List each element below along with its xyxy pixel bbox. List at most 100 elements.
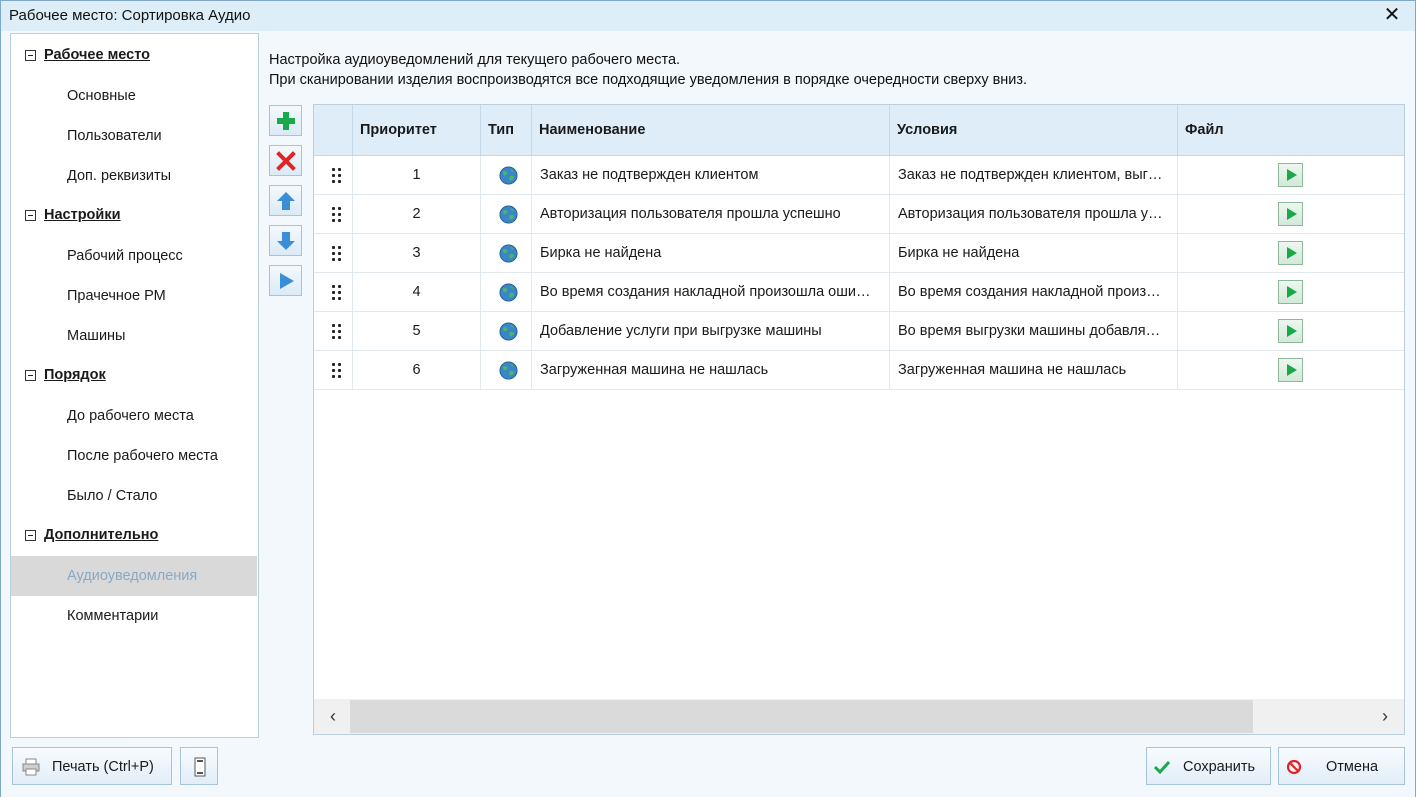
sidebar-group-workplace[interactable]: Рабочее место xyxy=(11,36,258,76)
play-sound-button[interactable] xyxy=(1278,202,1303,226)
file-cell xyxy=(1178,273,1404,312)
condition-cell: Бирка не найдена xyxy=(890,234,1178,273)
drag-cell xyxy=(314,156,353,195)
save-button-label: Сохранить xyxy=(1183,759,1256,775)
document-icon xyxy=(194,757,206,777)
drag-handle-icon[interactable] xyxy=(332,363,342,379)
cancel-button[interactable]: Отмена xyxy=(1278,747,1405,785)
move-up-button[interactable] xyxy=(269,185,302,216)
drag-handle-icon[interactable] xyxy=(332,246,342,262)
sidebar-item-workflow[interactable]: Рабочий процесс xyxy=(11,236,257,276)
priority-cell: 3 xyxy=(353,234,481,273)
add-button[interactable] xyxy=(269,105,302,136)
type-cell xyxy=(481,156,532,195)
delete-icon xyxy=(276,151,296,171)
table-row[interactable]: 2 Авторизация пользователя прошла успешно… xyxy=(314,195,1404,234)
collapse-toggle-icon[interactable] xyxy=(25,370,36,381)
sidebar-item-laundry-workplace[interactable]: Прачечное РМ xyxy=(11,276,257,316)
header-type[interactable]: Тип xyxy=(481,105,532,156)
file-cell xyxy=(1178,195,1404,234)
plus-icon xyxy=(277,112,295,130)
priority-cell: 1 xyxy=(353,156,481,195)
scroll-right-icon[interactable]: › xyxy=(1370,699,1400,734)
close-button[interactable]: ✕ xyxy=(1379,3,1405,27)
drag-handle-icon[interactable] xyxy=(332,324,342,340)
print-preview-button[interactable] xyxy=(180,747,218,785)
table-row[interactable]: 4 Во время создания накладной произошла о… xyxy=(314,273,1404,312)
sidebar-item-audio-notifications[interactable]: Аудиоуведомления xyxy=(11,556,257,596)
type-cell xyxy=(481,273,532,312)
file-cell xyxy=(1178,351,1404,390)
play-sound-button[interactable] xyxy=(1278,319,1303,343)
condition-cell: Загруженная машина не нашлась xyxy=(890,351,1178,390)
table-row[interactable]: 5 Добавление услуги при выгрузке машины Во… xyxy=(314,312,1404,351)
type-cell xyxy=(481,195,532,234)
sidebar-group-title: Настройки xyxy=(44,207,121,223)
drag-handle-icon[interactable] xyxy=(332,207,342,223)
type-cell xyxy=(481,351,532,390)
sidebar-item-users[interactable]: Пользователи xyxy=(11,116,257,156)
description-line-1: Настройка аудиоуведомлений для текущего … xyxy=(269,52,681,68)
sidebar-item-comments[interactable]: Комментарии xyxy=(11,596,257,636)
window-title: Рабочее место: Сортировка Аудио xyxy=(9,7,251,24)
cancel-icon xyxy=(1286,759,1302,775)
delete-button[interactable] xyxy=(269,145,302,176)
header-priority[interactable]: Приоритет xyxy=(353,105,481,156)
collapse-toggle-icon[interactable] xyxy=(25,530,36,541)
collapse-toggle-icon[interactable] xyxy=(25,50,36,61)
header-name[interactable]: Наименование xyxy=(532,105,890,156)
sidebar-item-machines[interactable]: Машины xyxy=(11,316,257,356)
move-down-button[interactable] xyxy=(269,225,302,256)
print-button-label: Печать (Ctrl+P) xyxy=(52,759,154,775)
sidebar-group-title: Дополнительно xyxy=(44,527,159,543)
globe-icon xyxy=(499,205,518,224)
scroll-left-icon[interactable]: ‹ xyxy=(318,699,348,734)
sidebar-group-title: Порядок xyxy=(44,367,106,383)
sidebar-group-settings[interactable]: Настройки xyxy=(11,196,258,236)
header-condition[interactable]: Условия xyxy=(890,105,1178,156)
globe-icon xyxy=(499,322,518,341)
priority-cell: 6 xyxy=(353,351,481,390)
scrollbar-thumb[interactable] xyxy=(350,700,1253,733)
drag-cell xyxy=(314,234,353,273)
play-sound-button[interactable] xyxy=(1278,280,1303,304)
sidebar-item-after-workplace[interactable]: После рабочего места xyxy=(11,436,257,476)
cancel-button-label: Отмена xyxy=(1326,759,1379,775)
printer-icon xyxy=(22,758,40,776)
condition-cell: Во время выгрузки машины добавля… xyxy=(890,312,1178,351)
header-file[interactable]: Файл xyxy=(1178,105,1404,156)
horizontal-scrollbar[interactable]: ‹ › xyxy=(314,699,1404,734)
drag-handle-icon[interactable] xyxy=(332,168,342,184)
name-cell: Бирка не найдена xyxy=(532,234,890,273)
title-bar: Рабочее место: Сортировка Аудио ✕ xyxy=(1,1,1415,31)
checkmark-icon xyxy=(1153,760,1171,775)
sidebar-item-extra-details[interactable]: Доп. реквизиты xyxy=(11,156,257,196)
globe-icon xyxy=(499,244,518,263)
play-sound-button[interactable] xyxy=(1278,241,1303,265)
sidebar-group-order[interactable]: Порядок xyxy=(11,356,258,396)
drag-handle-icon[interactable] xyxy=(332,285,342,301)
play-sound-button[interactable] xyxy=(1278,358,1303,382)
play-icon xyxy=(280,273,294,289)
description-line-2: При сканировании изделия воспроизводятся… xyxy=(269,72,1028,88)
sidebar-group-title: Рабочее место xyxy=(44,47,151,63)
file-cell xyxy=(1178,234,1404,273)
table-row[interactable]: 1 Заказ не подтвержден клиентом Заказ не п… xyxy=(314,156,1404,195)
priority-cell: 4 xyxy=(353,273,481,312)
save-button[interactable]: Сохранить xyxy=(1146,747,1271,785)
sidebar-item-main[interactable]: Основные xyxy=(11,76,257,116)
sidebar-item-was-became[interactable]: Было / Стало xyxy=(11,476,257,516)
play-button[interactable] xyxy=(269,265,302,296)
play-sound-button[interactable] xyxy=(1278,163,1303,187)
print-button[interactable]: Печать (Ctrl+P) xyxy=(12,747,172,785)
table-row[interactable]: 3 Бирка не найдена Бирка не найдена xyxy=(314,234,1404,273)
file-cell xyxy=(1178,312,1404,351)
priority-cell: 5 xyxy=(353,312,481,351)
globe-icon xyxy=(499,361,518,380)
name-cell: Загруженная машина не нашлась xyxy=(532,351,890,390)
sidebar-item-before-workplace[interactable]: До рабочего места xyxy=(11,396,257,436)
name-cell: Во время создания накладной произошла ош… xyxy=(532,273,890,312)
table-row[interactable]: 6 Загруженная машина не нашлась Загруженна… xyxy=(314,351,1404,390)
collapse-toggle-icon[interactable] xyxy=(25,210,36,221)
sidebar-group-additional[interactable]: Дополнительно xyxy=(11,516,258,556)
